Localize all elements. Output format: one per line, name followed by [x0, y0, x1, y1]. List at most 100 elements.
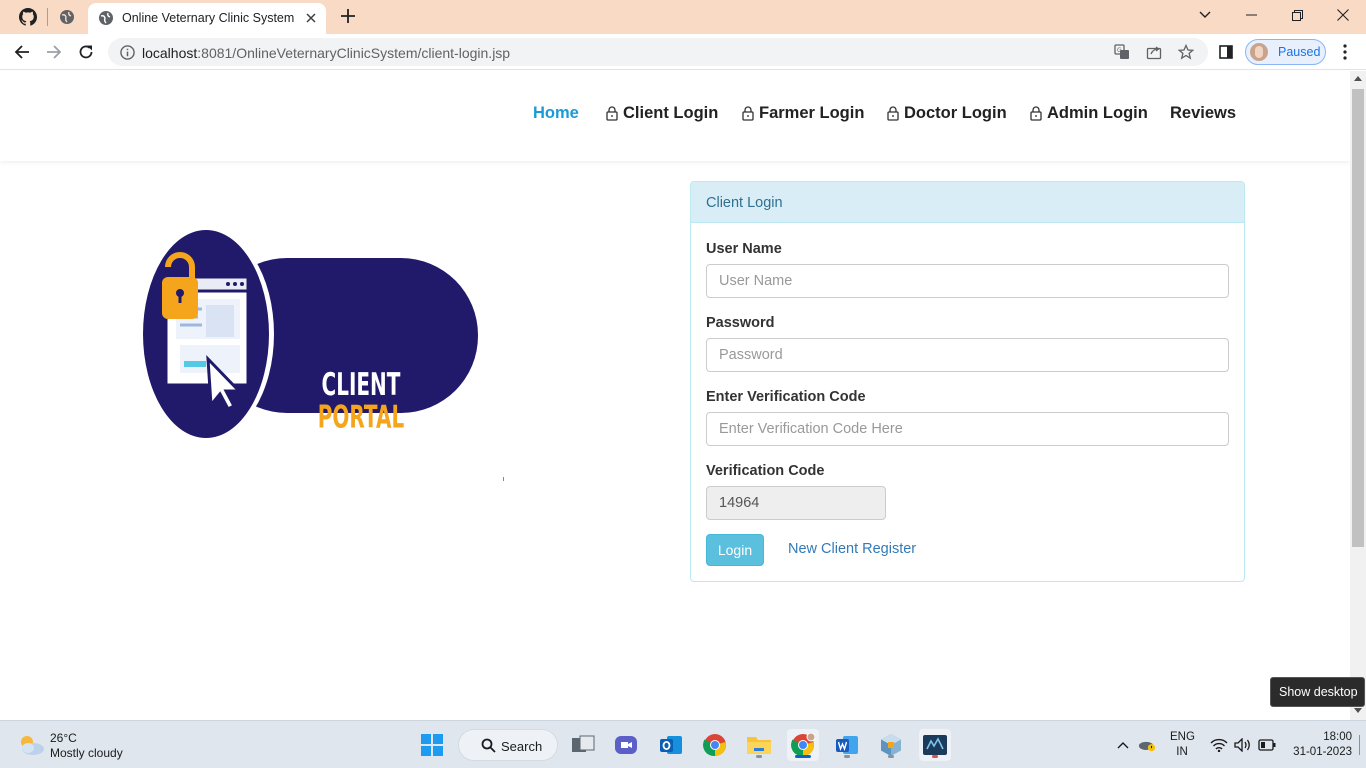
show-desktop-button[interactable] — [1359, 735, 1360, 755]
language-indicator[interactable]: ENG IN — [1170, 730, 1195, 760]
address-bar[interactable]: localhost:8081/OnlineVeternaryClinicSyst… — [108, 38, 1208, 66]
nav-admin-login[interactable]: Admin Login — [1030, 104, 1148, 123]
site-info-icon[interactable] — [118, 43, 136, 61]
task-view-icon[interactable] — [567, 729, 599, 761]
mysql-workbench-icon[interactable] — [919, 729, 951, 761]
verification-code-label: Verification Code — [706, 463, 825, 479]
browser-tab-bar: Online Veternary Clinic System — [0, 0, 1366, 34]
battery-icon[interactable] — [1258, 736, 1276, 754]
lock-icon — [606, 106, 618, 121]
wifi-icon[interactable] — [1210, 736, 1228, 754]
show-hidden-icons-chevron-icon[interactable] — [1114, 736, 1132, 754]
chrome-icon[interactable] — [699, 729, 731, 761]
nav-home[interactable]: Home — [533, 104, 579, 123]
clock-time: 18:00 — [1323, 731, 1352, 743]
outlook-icon[interactable] — [655, 729, 687, 761]
minimize-button[interactable] — [1239, 5, 1263, 25]
windows-taskbar: 26°C Mostly cloudy Search ENG IN 18:00 3… — [0, 720, 1366, 768]
active-tab[interactable]: Online Veternary Clinic System — [88, 3, 326, 34]
logo-text-portal: PORTAL — [318, 400, 404, 436]
nav-home-label: Home — [533, 104, 579, 122]
share-icon[interactable] — [1145, 43, 1163, 61]
cloudy-weather-icon — [21, 736, 44, 755]
nav-reviews[interactable]: Reviews — [1170, 104, 1236, 123]
globe-tab-icon[interactable] — [57, 7, 77, 27]
nav-farmer-login-label: Farmer Login — [759, 104, 865, 122]
weather-widget[interactable]: 26°C Mostly cloudy — [16, 729, 166, 763]
github-tab-icon[interactable] — [18, 7, 38, 27]
lock-icon — [887, 106, 899, 121]
logo-text-client: CLIENT — [322, 368, 401, 404]
tab-title: Online Veternary Clinic System — [122, 11, 295, 25]
tab-search-icon[interactable] — [1193, 5, 1217, 25]
login-button[interactable]: Login — [706, 534, 764, 566]
translate-icon[interactable]: G — [1113, 43, 1131, 61]
nav-farmer-login[interactable]: Farmer Login — [742, 104, 864, 123]
tick-mark — [503, 477, 504, 481]
lang-code: ENG — [1170, 731, 1195, 743]
username-input[interactable] — [706, 264, 1229, 298]
login-panel: Client Login User Name Password Enter Ve… — [690, 181, 1245, 582]
password-input[interactable] — [706, 338, 1229, 372]
onedrive-alert-icon[interactable] — [1138, 736, 1156, 754]
new-client-register-link[interactable]: New Client Register — [788, 541, 916, 557]
nav-doctor-login-label: Doctor Login — [904, 104, 1007, 122]
side-panel-icon[interactable] — [1214, 40, 1238, 64]
url-host: localhost — [142, 45, 198, 61]
word-icon[interactable] — [831, 729, 863, 761]
system-clock[interactable]: 18:00 31-01-2023 — [1292, 730, 1352, 760]
new-tab-button[interactable] — [338, 6, 358, 26]
verification-code-input[interactable] — [706, 412, 1229, 446]
globe-icon — [96, 8, 116, 28]
nav-doctor-login[interactable]: Doctor Login — [887, 104, 1007, 123]
bookmark-star-icon[interactable] — [1177, 43, 1195, 61]
volume-icon[interactable] — [1234, 736, 1252, 754]
nav-admin-login-label: Admin Login — [1047, 104, 1148, 122]
teams-chat-icon[interactable] — [610, 729, 642, 761]
verification-code-display — [706, 486, 886, 520]
profile-button[interactable]: Paused — [1245, 39, 1326, 65]
scrollbar-thumb[interactable] — [1352, 89, 1364, 547]
forward-arrow-icon[interactable] — [42, 40, 66, 64]
kebab-menu-icon[interactable] — [1333, 40, 1357, 64]
panel-title: Client Login — [706, 195, 783, 211]
clock-date: 31-01-2023 — [1293, 746, 1352, 758]
nav-client-login[interactable]: Client Login — [606, 104, 718, 123]
profile-status: Paused — [1278, 45, 1321, 59]
svg-text:G: G — [1117, 47, 1122, 54]
file-explorer-icon[interactable] — [743, 729, 775, 761]
scroll-down-arrow-icon[interactable] — [1354, 708, 1362, 713]
web-page: Home Client Login Farmer Login Doctor Lo… — [0, 71, 1350, 720]
show-desktop-tooltip: Show desktop — [1270, 677, 1365, 707]
restore-button[interactable] — [1285, 5, 1309, 25]
page-scrollbar[interactable] — [1350, 71, 1366, 720]
search-icon — [481, 738, 496, 753]
weather-desc: Mostly cloudy — [50, 746, 123, 760]
nav-reviews-label: Reviews — [1170, 104, 1237, 122]
nav-client-login-label: Client Login — [623, 104, 719, 122]
client-portal-logo: CLIENT PORTAL — [140, 227, 478, 441]
username-label: User Name — [706, 241, 782, 257]
chrome-profile-icon[interactable] — [787, 729, 819, 761]
scroll-up-arrow-icon[interactable] — [1354, 76, 1362, 81]
lock-icon — [742, 106, 754, 121]
reload-icon[interactable] — [74, 40, 98, 64]
panel-header: Client Login — [691, 182, 1244, 223]
close-window-button[interactable] — [1331, 5, 1355, 25]
lang-region: IN — [1176, 746, 1188, 758]
search-label: Search — [501, 739, 543, 754]
verification-input-label: Enter Verification Code — [706, 389, 866, 405]
avatar — [1250, 43, 1268, 61]
password-label: Password — [706, 315, 775, 331]
taskbar-search[interactable]: Search — [458, 729, 558, 761]
lock-icon — [1030, 106, 1042, 121]
windows-start-icon[interactable] — [416, 729, 448, 761]
url-path: :8081/OnlineVeternaryClinicSystem/client… — [197, 45, 511, 61]
url-text[interactable]: localhost:8081/OnlineVeternaryClinicSyst… — [142, 45, 510, 61]
close-tab-icon[interactable] — [302, 9, 320, 27]
browser-toolbar: localhost:8081/OnlineVeternaryClinicSyst… — [0, 34, 1366, 70]
weather-temp: 26°C — [50, 731, 77, 745]
site-navbar: Home Client Login Farmer Login Doctor Lo… — [0, 71, 1350, 161]
netbeans-icon[interactable] — [875, 729, 907, 761]
back-arrow-icon[interactable] — [10, 40, 34, 64]
